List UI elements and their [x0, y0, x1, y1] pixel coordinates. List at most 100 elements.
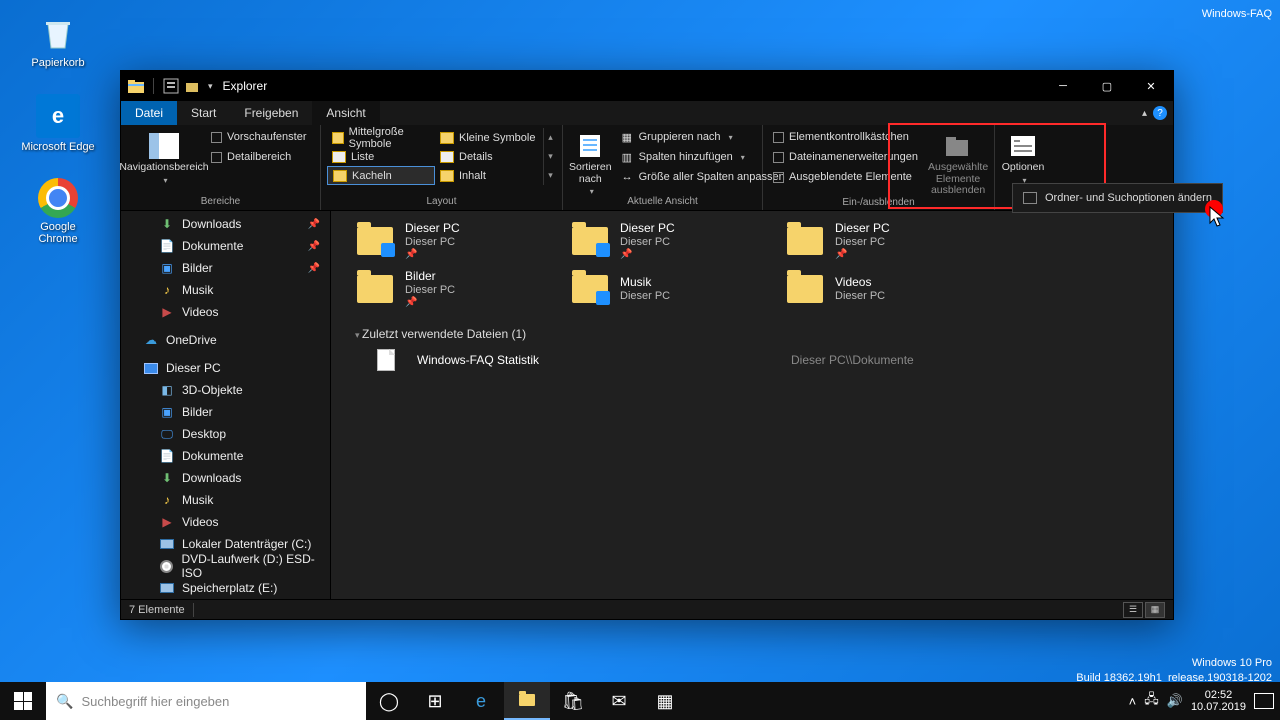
drive-icon: [159, 537, 175, 551]
folder-tile[interactable]: Dieser PCDieser PC📌: [566, 217, 781, 265]
checkbox-icon: [211, 152, 222, 163]
tab-view[interactable]: Ansicht: [312, 101, 379, 125]
layout-content[interactable]: Inhalt: [435, 166, 543, 185]
hide-icon: [942, 132, 974, 160]
hide-selected-button[interactable]: AusgewählteElemente ausblenden: [928, 128, 988, 197]
nav-downloads2[interactable]: ⬇Downloads: [121, 467, 330, 489]
tray-clock[interactable]: 02:52 10.07.2019: [1191, 689, 1246, 713]
recent-file-item[interactable]: Windows-FAQ Statistik Dieser PC\\Dokumen…: [331, 345, 1173, 375]
desktop-chrome[interactable]: Google Chrome: [20, 178, 96, 245]
edge-icon: e: [36, 94, 80, 138]
layout-expand[interactable]: ▾: [543, 166, 557, 185]
nav-pictures2[interactable]: ▣Bilder: [121, 401, 330, 423]
document-icon: [377, 349, 395, 371]
taskbar-explorer[interactable]: [504, 682, 550, 720]
search-placeholder: Suchbegriff hier eingeben: [81, 694, 229, 709]
tray-chevron-icon[interactable]: ˄: [1129, 694, 1137, 709]
tab-share[interactable]: Freigeben: [230, 101, 312, 125]
preview-pane-button[interactable]: Vorschaufenster: [207, 128, 311, 146]
view-tiles-toggle[interactable]: ▦: [1145, 602, 1165, 618]
tab-start[interactable]: Start: [177, 101, 230, 125]
layout-tiles[interactable]: Kacheln: [327, 166, 435, 185]
folder-tile-music[interactable]: MusikDieser PC: [566, 265, 781, 313]
taskbar-mail[interactable]: ✉: [596, 682, 642, 720]
nav-desktop[interactable]: 🖵Desktop: [121, 423, 330, 445]
layout-medium-icons[interactable]: Mittelgroße Symbole: [327, 128, 435, 147]
folder-tile[interactable]: Dieser PCDieser PC📌: [781, 217, 996, 265]
sort-by-button[interactable]: Sortieren nach ▾: [569, 128, 612, 196]
details-pane-button[interactable]: Detailbereich: [207, 148, 311, 166]
status-item-count: 7 Elemente: [129, 604, 185, 616]
sort-icon: [574, 132, 606, 160]
start-button[interactable]: [0, 682, 46, 720]
system-tray[interactable]: ˄ 🖧 🔊 02:52 10.07.2019: [1129, 682, 1280, 720]
explorer-icon: [127, 77, 145, 95]
nav-pictures[interactable]: ▣Bilder📌: [121, 257, 330, 279]
maximize-button[interactable]: ▢: [1085, 71, 1129, 101]
recent-files-header[interactable]: Zuletzt verwendete Dateien (1): [331, 319, 1173, 345]
qa-dropdown-icon[interactable]: ▾: [208, 81, 213, 92]
view-details-toggle[interactable]: ☰: [1123, 602, 1143, 618]
tray-volume-icon[interactable]: 🔊: [1167, 693, 1183, 709]
content-area[interactable]: Dieser PCDieser PC📌 Dieser PCDieser PC📌 …: [331, 211, 1173, 599]
task-view-icon[interactable]: ⊞: [412, 682, 458, 720]
item-checkboxes-toggle[interactable]: Elementkontrollkästchen: [769, 128, 922, 146]
qa-new-folder-icon[interactable]: [184, 77, 202, 95]
layout-scroll-up[interactable]: ▴: [543, 128, 557, 147]
folder-tile[interactable]: Dieser PCDieser PC📌: [351, 217, 566, 265]
nav-documents2[interactable]: 📄Dokumente: [121, 445, 330, 467]
qa-properties-icon[interactable]: [162, 77, 180, 95]
tile-icon: [440, 132, 454, 144]
close-button[interactable]: ✕: [1129, 71, 1173, 101]
taskbar-search[interactable]: 🔍 Suchbegriff hier eingeben: [46, 682, 366, 720]
desktop-edge[interactable]: e Microsoft Edge: [20, 94, 96, 153]
nav-dvd-drive[interactable]: DVD-Laufwerk (D:) ESD-ISO: [121, 555, 330, 577]
chevron-down-icon: ▾: [590, 187, 594, 196]
tray-network-icon[interactable]: 🖧: [1144, 690, 1159, 712]
folder-tile-videos[interactable]: VideosDieser PC: [781, 265, 996, 313]
nav-videos2[interactable]: ▶Videos: [121, 511, 330, 533]
tray-date: 10.07.2019: [1191, 701, 1246, 713]
layout-small-icons[interactable]: Kleine Symbole: [435, 128, 543, 147]
layout-scroll-down[interactable]: ▾: [543, 147, 557, 166]
nav-pane-button[interactable]: Navigationsbereich ▾: [127, 128, 201, 185]
taskbar-app[interactable]: ▦: [642, 682, 688, 720]
action-center-icon[interactable]: [1254, 693, 1274, 709]
cursor-icon: [1209, 206, 1227, 228]
pictures-icon: ▣: [159, 405, 175, 419]
nav-downloads[interactable]: ⬇Downloads📌: [121, 213, 330, 235]
layout-details[interactable]: Details: [435, 147, 543, 166]
folder-tile-pictures[interactable]: BilderDieser PC📌: [351, 265, 566, 313]
title-bar[interactable]: ▾ Explorer ─ ▢ ✕: [121, 71, 1173, 101]
details-pane-label: Detailbereich: [227, 151, 291, 163]
hidden-items-toggle[interactable]: Ausgeblendete Elemente: [769, 168, 922, 186]
cube-icon: ◧: [159, 383, 175, 397]
minimize-ribbon-icon[interactable]: ▴: [1142, 108, 1147, 119]
downloads-icon: ⬇: [159, 217, 175, 231]
options-button[interactable]: Optionen ▾: [1001, 128, 1045, 185]
navigation-pane[interactable]: ⬇Downloads📌 📄Dokumente📌 ▣Bilder📌 ♪Musik …: [121, 211, 331, 599]
nav-this-pc[interactable]: Dieser PC: [121, 357, 330, 379]
nav-videos[interactable]: ▶Videos: [121, 301, 330, 323]
windows-logo-icon: [14, 692, 32, 710]
folder-search-options-label: Ordner- und Suchoptionen ändern: [1045, 192, 1212, 204]
cortana-icon[interactable]: ◯: [366, 682, 412, 720]
nav-storage[interactable]: Speicherplatz (E:): [121, 577, 330, 599]
desktop-recycle-bin[interactable]: Papierkorb: [20, 10, 96, 69]
nav-3d-objects[interactable]: ◧3D-Objekte: [121, 379, 330, 401]
ribbon-tabs: Datei Start Freigeben Ansicht ▴ ?: [121, 101, 1173, 125]
nav-onedrive[interactable]: ☁OneDrive: [121, 329, 330, 351]
minimize-button[interactable]: ─: [1041, 71, 1085, 101]
taskbar-store[interactable]: 🛍: [550, 682, 596, 720]
nav-music2[interactable]: ♪Musik: [121, 489, 330, 511]
help-icon[interactable]: ?: [1153, 106, 1167, 120]
nav-documents[interactable]: 📄Dokumente📌: [121, 235, 330, 257]
options-item-icon: [1023, 192, 1037, 204]
nav-music[interactable]: ♪Musik: [121, 279, 330, 301]
layout-list[interactable]: Liste: [327, 147, 435, 166]
desktop-edge-label: Microsoft Edge: [21, 141, 94, 153]
taskbar-edge[interactable]: e: [458, 682, 504, 720]
folder-search-options-item[interactable]: Ordner- und Suchoptionen ändern: [1013, 188, 1222, 208]
tab-file[interactable]: Datei: [121, 101, 177, 125]
file-ext-toggle[interactable]: Dateinamenerweiterungen: [769, 148, 922, 166]
